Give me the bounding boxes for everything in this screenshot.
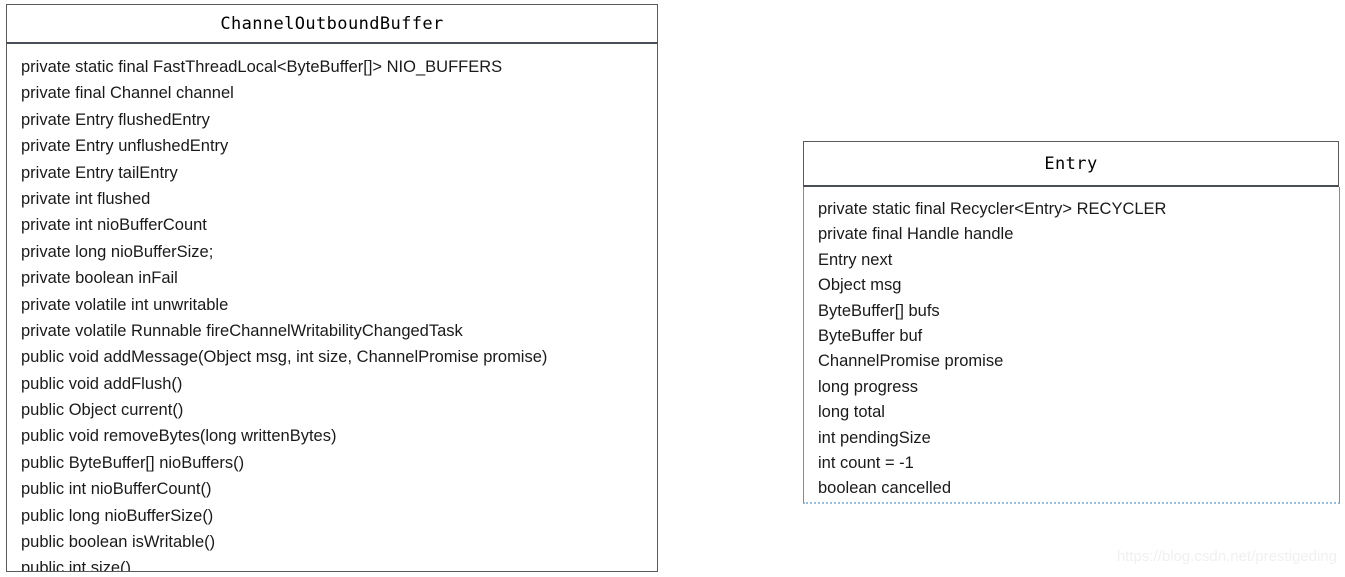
class-member: Object msg <box>818 276 902 295</box>
class-members-entry: private static final Recycler<Entry> REC… <box>803 187 1340 504</box>
class-member: long total <box>818 403 885 422</box>
class-member: public void removeBytes(long writtenByte… <box>21 427 337 446</box>
class-member: public int size() <box>21 559 132 572</box>
class-member: boolean cancelled <box>818 479 952 498</box>
class-member: Entry next <box>818 250 893 269</box>
class-member: long progress <box>818 377 918 396</box>
class-member: int pendingSize <box>818 428 931 447</box>
class-member: private int nioBufferCount <box>21 216 207 235</box>
class-member: private boolean inFail <box>21 269 178 288</box>
class-member: private final Channel channel <box>21 84 234 103</box>
class-member: ChannelPromise promise <box>818 352 1004 371</box>
class-member: ByteBuffer buf <box>818 326 923 345</box>
class-member: private final Handle handle <box>818 225 1014 244</box>
watermark-text: https://blog.csdn.net/prestigeding <box>1116 548 1337 565</box>
class-member: private Entry tailEntry <box>21 163 178 182</box>
class-members-channel-outbound-buffer: private static final FastThreadLocal<Byt… <box>6 44 658 572</box>
class-member: public Object current() <box>21 401 184 420</box>
class-member: int count = -1 <box>818 453 914 472</box>
class-member: public int nioBufferCount() <box>21 480 212 499</box>
class-title-channel-outbound-buffer: ChannelOutboundBuffer <box>6 4 658 44</box>
class-member: public boolean isWritable() <box>21 533 216 552</box>
class-member: public void addMessage(Object msg, int s… <box>21 348 548 367</box>
class-member: private static final FastThreadLocal<Byt… <box>21 58 503 76</box>
class-title-entry: Entry <box>803 141 1339 187</box>
class-member: private volatile int unwritable <box>21 295 229 314</box>
class-member: public ByteBuffer[] nioBuffers() <box>21 453 245 472</box>
class-member: private volatile Runnable fireChannelWri… <box>21 321 463 340</box>
class-member: ByteBuffer[] bufs <box>818 301 940 320</box>
class-member: public void addFlush() <box>21 374 183 393</box>
uml-class-entry: Entry private static final Recycler<Entr… <box>803 141 1340 504</box>
class-member: private long nioBufferSize; <box>21 242 214 261</box>
class-member: private Entry unflushedEntry <box>21 137 229 156</box>
class-member: public long nioBufferSize() <box>21 506 214 525</box>
class-member: private Entry flushedEntry <box>21 110 210 129</box>
class-member: private static final Recycler<Entry> REC… <box>818 200 1167 218</box>
uml-class-channel-outbound-buffer: ChannelOutboundBuffer private static fin… <box>6 4 658 572</box>
class-member: private int flushed <box>21 189 151 208</box>
